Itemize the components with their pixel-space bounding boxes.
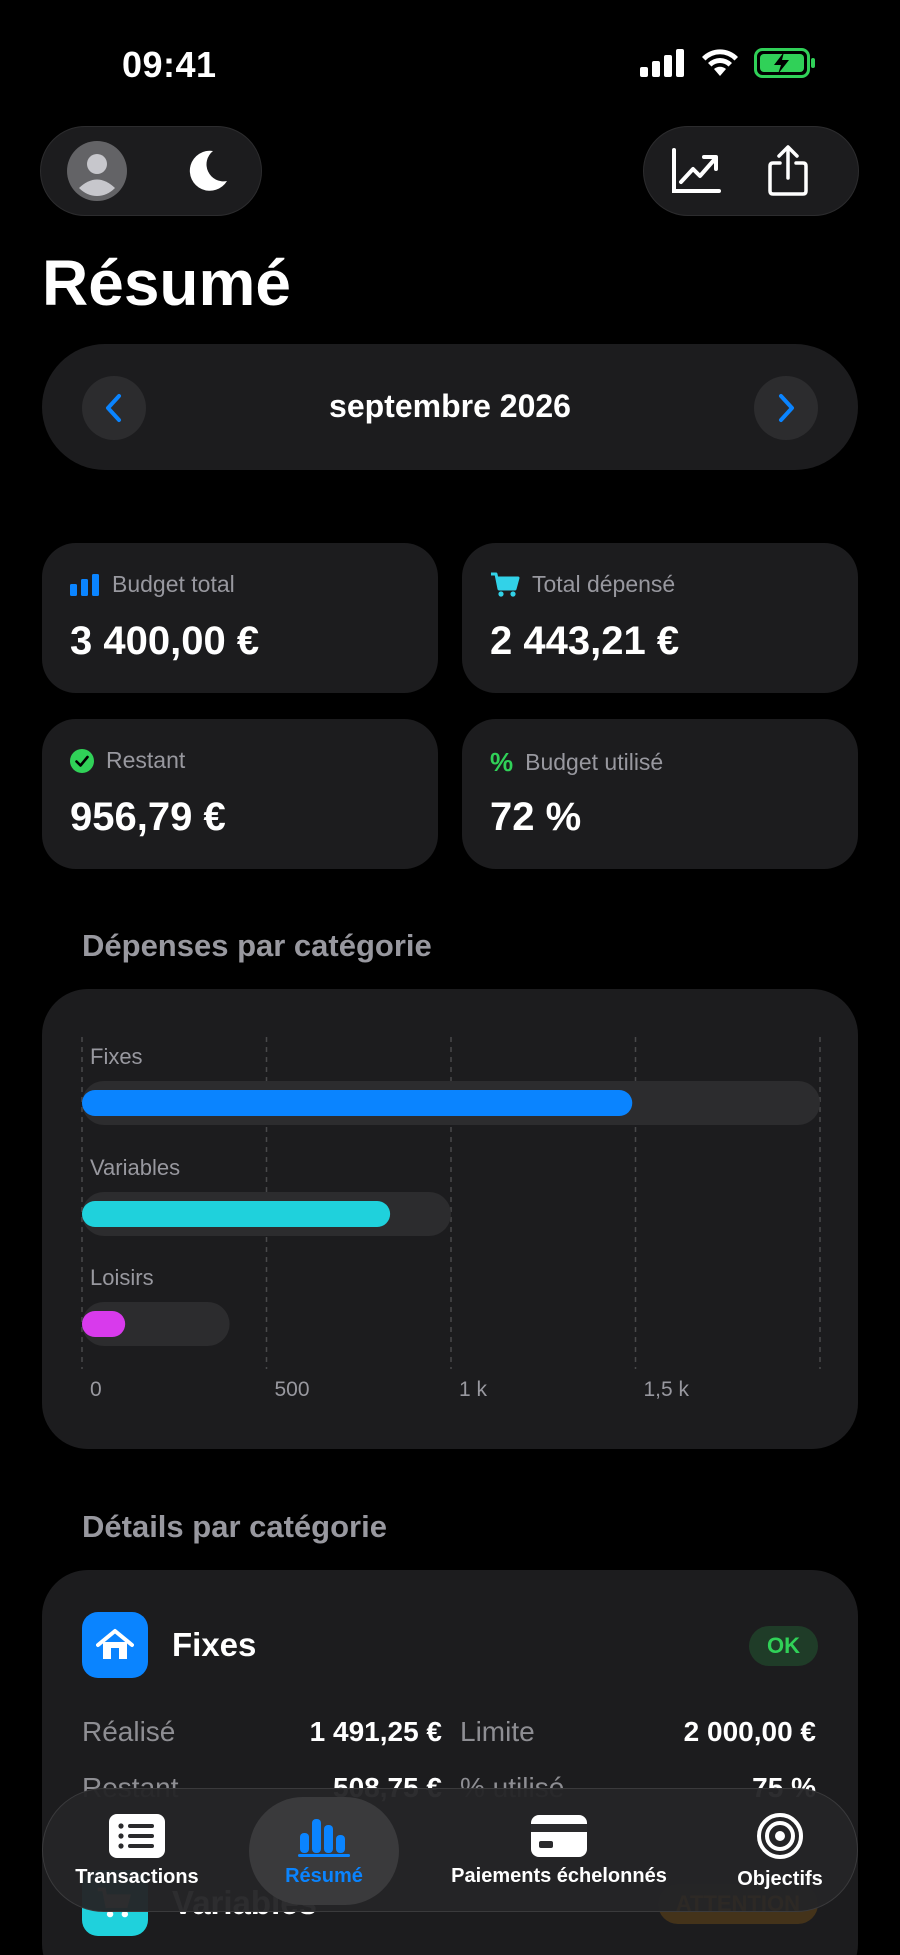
realise-value: 1 491,25 € (309, 1716, 442, 1747)
category-tick-label: Loisirs (90, 1265, 154, 1290)
dark-mode-button[interactable] (172, 136, 242, 206)
tab-label: Transactions (75, 1865, 199, 1888)
details-section-title: Détails par catégorie (82, 1509, 387, 1544)
x-tick-label: 1 k (459, 1378, 488, 1401)
bar-variables (82, 1201, 391, 1227)
page-title: Résumé (42, 247, 291, 319)
trends-button[interactable] (661, 136, 731, 206)
budget-used-card: % Budget utilisé 72 % (462, 719, 858, 869)
status-icons (640, 48, 816, 78)
category-tick-label: Variables (90, 1155, 180, 1180)
chart-line-up-icon (672, 148, 721, 193)
tab-objectifs[interactable]: Objectifs (715, 1789, 845, 1913)
status-bar: 09:41 (0, 0, 900, 130)
chevron-right-icon (779, 394, 794, 422)
tab-label: Objectifs (737, 1867, 823, 1890)
stat-value: 2 443,21 € (490, 619, 680, 663)
bar-chart-icon (70, 573, 99, 596)
limite-value: 2 000,00 € (683, 1716, 816, 1747)
chart-section-title: Dépenses par catégorie (82, 928, 432, 963)
month-selector: septembre 2026 (42, 344, 858, 470)
target-icon (757, 1812, 803, 1859)
stat-value: 72 % (490, 795, 582, 839)
x-tick-label: 0 (90, 1378, 102, 1401)
bar-chart-icon (298, 1818, 350, 1857)
checkmark-circle-icon (70, 748, 94, 773)
bar-loisirs (82, 1311, 126, 1337)
tab-resume[interactable]: Résumé (249, 1789, 399, 1913)
status-time: 09:41 (122, 44, 217, 85)
stat-label: Budget utilisé (525, 749, 664, 775)
realise-label: Réalisé (82, 1716, 176, 1747)
avatar-icon (67, 141, 127, 201)
credit-card-icon (531, 1814, 587, 1857)
wifi-icon (702, 49, 738, 76)
stat-value: 956,79 € (70, 795, 226, 839)
limite-label: Limite (460, 1716, 535, 1747)
status-badge: OK (749, 1626, 818, 1666)
house-icon (96, 1629, 134, 1659)
month-label: septembre 2026 (329, 388, 571, 424)
category-icon-fixes (82, 1612, 148, 1678)
stat-label: Budget total (112, 571, 235, 597)
moon-icon (189, 150, 227, 191)
stat-label: Total dépensé (532, 571, 676, 597)
list-icon (109, 1813, 165, 1858)
x-tick-label: 1,5 k (644, 1378, 690, 1401)
stat-label: Restant (106, 747, 186, 773)
total-spent-card: Total dépensé 2 443,21 € (462, 543, 858, 693)
x-tick-label: 500 (275, 1378, 310, 1401)
percent-icon: % (490, 747, 514, 777)
share-icon (768, 145, 808, 196)
actions-group (643, 126, 859, 216)
cart-icon (491, 572, 520, 597)
tab-bar: Transactions Résumé Paiements échelonnés… (42, 1788, 858, 1912)
profile-button[interactable] (62, 136, 132, 206)
category-name: Fixes (172, 1626, 257, 1663)
category-spending-chart: Fixes Variables Loisirs 0 500 1 k 1,5 k (42, 989, 858, 1449)
profile-theme-group (40, 126, 262, 216)
battery-charging-icon (754, 48, 815, 78)
next-month-button[interactable] (754, 376, 818, 440)
remaining-card: Restant 956,79 € (42, 719, 438, 869)
bar-fixes (82, 1090, 633, 1116)
bar-chart: Fixes Variables Loisirs 0 500 1 k 1,5 k (81, 1037, 821, 1401)
tab-label: Résumé (285, 1864, 363, 1887)
signal-icon (640, 49, 684, 77)
tab-paiements-echelonnes[interactable]: Paiements échelonnés (421, 1789, 697, 1913)
tab-label: Paiements échelonnés (451, 1864, 667, 1887)
tab-transactions[interactable]: Transactions (59, 1789, 215, 1913)
budget-total-card: Budget total 3 400,00 € (42, 543, 438, 693)
stat-value: 3 400,00 € (70, 619, 260, 663)
category-tick-label: Fixes (90, 1044, 143, 1069)
share-button[interactable] (753, 136, 823, 206)
